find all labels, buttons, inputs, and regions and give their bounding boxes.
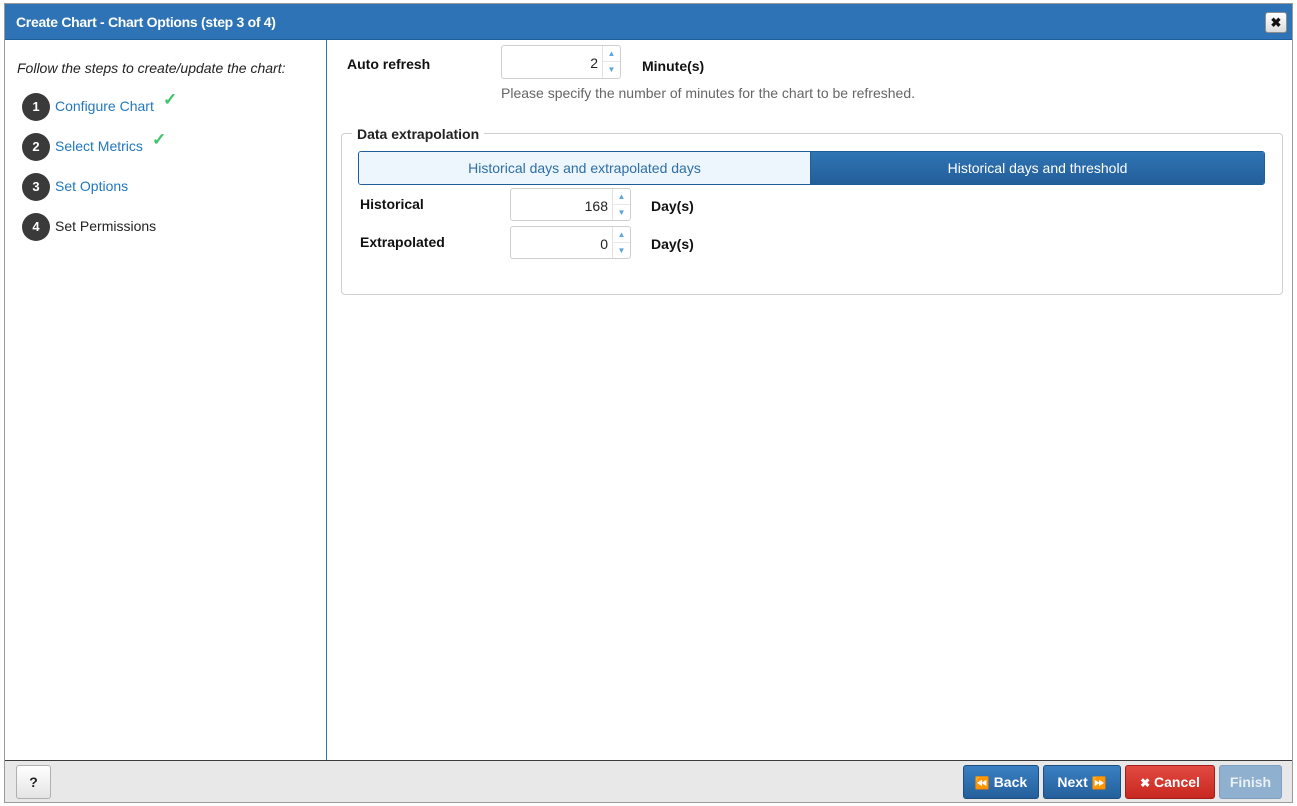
steps-intro: Follow the steps to create/update the ch… xyxy=(17,60,286,76)
spinner-down-icon[interactable]: ▼ xyxy=(603,62,620,78)
dialog-footer: ? ⏪ Back Next ⏩ ✖ Cancel Finish xyxy=(5,760,1292,802)
historical-unit: Day(s) xyxy=(651,198,694,214)
cancel-button[interactable]: ✖ Cancel xyxy=(1125,765,1215,799)
step-number-badge: 3 xyxy=(22,173,50,201)
auto-refresh-label: Auto refresh xyxy=(347,56,431,72)
checkmark-icon: ✓ xyxy=(152,130,167,149)
step-number-badge: 4 xyxy=(22,213,50,241)
historical-days-stepper[interactable]: 168 ▲ ▼ xyxy=(510,188,631,221)
step-label[interactable]: Select Metrics xyxy=(55,138,143,154)
step-label: Set Permissions xyxy=(55,218,157,234)
close-button[interactable]: ✖ xyxy=(1265,12,1287,33)
spinner-up-icon[interactable]: ▲ xyxy=(613,227,630,243)
back-button[interactable]: ⏪ Back xyxy=(963,765,1039,799)
auto-refresh-help: Please specify the number of minutes for… xyxy=(501,85,915,101)
spinner-up-icon[interactable]: ▲ xyxy=(603,46,620,62)
data-extrapolation-legend: Data extrapolation xyxy=(352,126,485,142)
auto-refresh-stepper[interactable]: 2 ▲ ▼ xyxy=(501,45,621,79)
checkmark-icon: ✓ xyxy=(163,90,178,109)
fast-forward-icon: ⏩ xyxy=(1091,776,1107,790)
extrapolated-days-value[interactable]: 0 xyxy=(600,236,608,252)
step-label[interactable]: Set Options xyxy=(55,178,128,194)
close-icon: ✖ xyxy=(1140,776,1151,790)
historical-label: Historical xyxy=(360,196,424,212)
finish-button[interactable]: Finish xyxy=(1219,765,1282,799)
next-button[interactable]: Next ⏩ xyxy=(1043,765,1121,799)
steps-sidebar: Follow the steps to create/update the ch… xyxy=(5,40,327,760)
title-bar: Create Chart - Chart Options (step 3 of … xyxy=(5,4,1292,40)
options-panel: Auto refresh 2 ▲ ▼ Minute(s) Please spec… xyxy=(328,40,1292,760)
rewind-icon: ⏪ xyxy=(974,776,990,790)
stepper-arrows: ▲ ▼ xyxy=(612,189,630,220)
auto-refresh-value[interactable]: 2 xyxy=(590,55,598,71)
back-button-label: Back xyxy=(993,774,1028,790)
tab-historical-extrapolated[interactable]: Historical days and extrapolated days xyxy=(359,152,811,184)
spinner-down-icon[interactable]: ▼ xyxy=(613,205,630,221)
stepper-arrows: ▲ ▼ xyxy=(612,227,630,258)
extrapolation-mode-toggle: Historical days and extrapolated days Hi… xyxy=(358,151,1265,185)
extrapolated-days-stepper[interactable]: 0 ▲ ▼ xyxy=(510,226,631,259)
extrapolated-label: Extrapolated xyxy=(360,234,445,250)
next-button-label: Next xyxy=(1057,774,1088,790)
spinner-up-icon[interactable]: ▲ xyxy=(613,189,630,205)
cancel-button-label: Cancel xyxy=(1154,774,1200,790)
step-number-badge: 1 xyxy=(22,93,50,121)
create-chart-dialog: Create Chart - Chart Options (step 3 of … xyxy=(4,3,1293,803)
step-number-badge: 2 xyxy=(22,133,50,161)
tab-historical-threshold[interactable]: Historical days and threshold xyxy=(811,152,1264,184)
historical-days-value[interactable]: 168 xyxy=(585,198,608,214)
help-button[interactable]: ? xyxy=(16,765,51,799)
spinner-down-icon[interactable]: ▼ xyxy=(613,243,630,259)
stepper-arrows: ▲ ▼ xyxy=(602,46,620,78)
extrapolated-unit: Day(s) xyxy=(651,236,694,252)
dialog-title: Create Chart - Chart Options (step 3 of … xyxy=(16,14,276,30)
close-icon: ✖ xyxy=(1270,15,1282,30)
auto-refresh-unit: Minute(s) xyxy=(642,58,705,74)
step-label[interactable]: Configure Chart xyxy=(55,98,154,114)
